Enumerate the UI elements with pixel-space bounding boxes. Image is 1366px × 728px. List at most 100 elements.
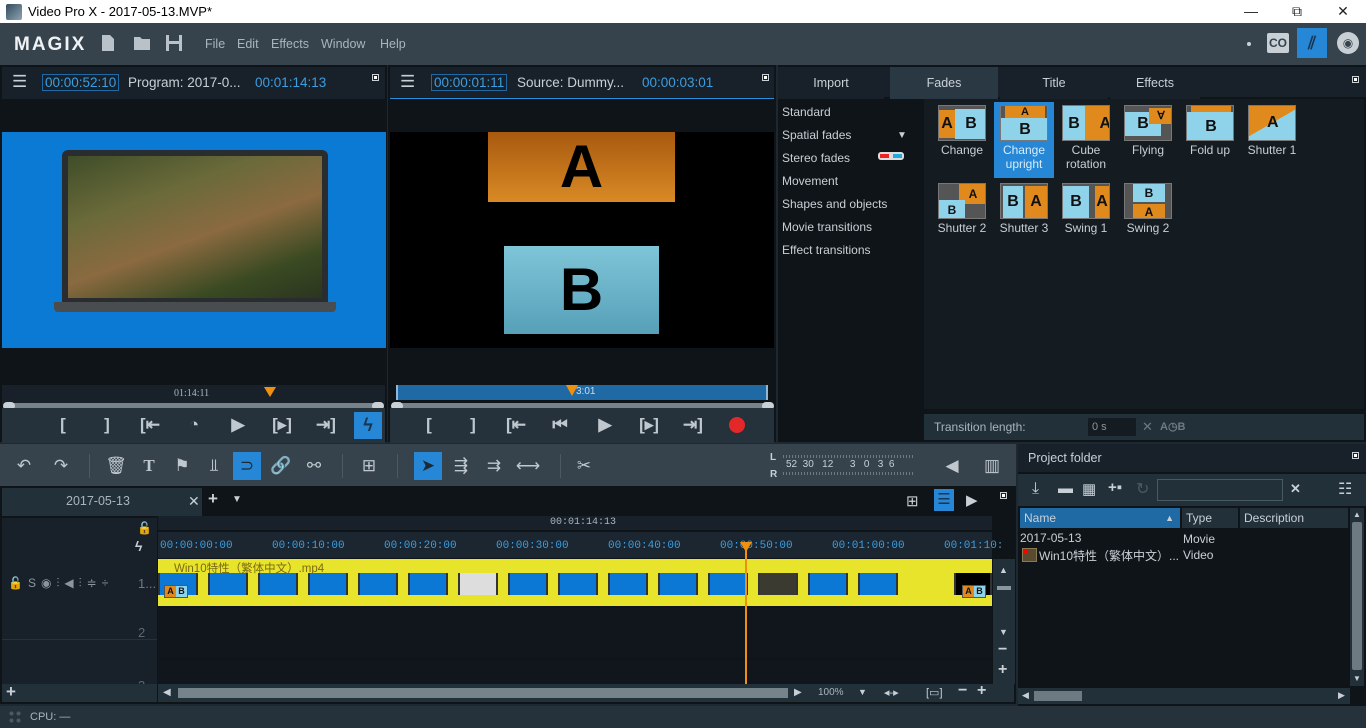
play-button[interactable]: ▶ <box>592 415 618 435</box>
fade-fold-up[interactable]: B Fold up <box>1180 102 1240 178</box>
lock-icon[interactable]: 🔓 <box>137 521 152 535</box>
category-movie-transitions[interactable]: Movie transitions <box>782 220 872 234</box>
column-name[interactable]: Name ▲ <box>1020 508 1180 528</box>
category-standard[interactable]: Standard <box>782 105 831 119</box>
zoom-level[interactable]: 100% <box>818 687 844 698</box>
scroll-down-icon[interactable]: ▼ <box>999 627 1008 637</box>
menu-window[interactable]: Window <box>321 37 365 51</box>
menu-effects[interactable]: Effects <box>271 37 309 51</box>
category-movement[interactable]: Movement <box>782 174 838 188</box>
save-icon[interactable]: ▦ <box>1082 480 1096 498</box>
project-vertical-scrollbar[interactable]: ▲ ▼ <box>1350 508 1364 686</box>
playhead-marker[interactable] <box>566 385 578 396</box>
fade-shutter-3[interactable]: BA Shutter 3 <box>994 180 1054 235</box>
category-effect-transitions[interactable]: Effect transitions <box>782 243 871 257</box>
ab-transition-button[interactable]: A◷B <box>1160 420 1186 433</box>
menu-edit[interactable]: Edit <box>237 37 259 51</box>
fit-screen-icon[interactable]: [▭] <box>926 686 943 699</box>
new-file-icon[interactable] <box>101 34 117 53</box>
go-to-in-button[interactable]: [⇤ <box>137 415 163 435</box>
close-button[interactable]: ✕ <box>1320 0 1366 23</box>
scroll-up-icon[interactable]: ▲ <box>999 565 1008 575</box>
mixer-icon[interactable]: ▥ <box>978 452 1006 480</box>
scroll-thumb[interactable] <box>997 586 1011 590</box>
mark-in-button[interactable]: [ <box>416 415 442 435</box>
restore-button[interactable]: ⧉ <box>1274 0 1320 23</box>
fit-width-icon[interactable]: ◂-▸ <box>884 686 899 699</box>
scroll-right-icon[interactable]: ▶ <box>794 687 802 698</box>
tab-fades[interactable]: Fades <box>890 67 998 99</box>
program-timecode[interactable]: 00:00:52:10 <box>42 74 120 91</box>
storyboard-view-icon[interactable]: ⊞ <box>906 492 919 510</box>
scroll-up-icon[interactable]: ▲ <box>1353 510 1361 519</box>
tab-effects[interactable]: Effects <box>1110 67 1200 99</box>
scroll-left-icon[interactable]: ◀ <box>163 687 171 698</box>
timeline-tab[interactable]: 2017-05-13 ✕ <box>2 488 202 516</box>
source-timecode[interactable]: 00:00:01:11 <box>431 74 508 91</box>
horizontal-scroll-thumb[interactable] <box>178 688 788 698</box>
title-icon[interactable]: T <box>135 452 163 480</box>
dock-icon[interactable] <box>372 74 379 81</box>
scroll-right-icon[interactable]: ▶ <box>1338 690 1345 701</box>
tab-title[interactable]: Title <box>1000 67 1108 99</box>
split-icon[interactable]: ⫫ <box>200 452 228 480</box>
add-tab-icon[interactable]: + <box>208 489 218 509</box>
dock-icon[interactable] <box>1352 452 1359 459</box>
new-folder-icon[interactable]: +▪ <box>1108 479 1122 496</box>
fade-in-icon[interactable]: AB <box>164 585 188 598</box>
view-options-icon[interactable]: ☷ <box>1338 479 1352 499</box>
fade-flying[interactable]: B ∀ Flying <box>1118 102 1178 178</box>
insert-mode-icon[interactable]: ⊞ <box>355 452 383 480</box>
dock-icon[interactable] <box>1000 492 1007 499</box>
play-in-out-button[interactable]: [▸] <box>269 415 295 435</box>
lightning-icon[interactable]: ϟ <box>354 412 382 439</box>
undo-icon[interactable]: ↶ <box>10 452 38 480</box>
multicam-view-icon[interactable]: ▶ <box>966 491 978 509</box>
playhead-marker[interactable] <box>264 387 276 397</box>
marker-flag-icon[interactable]: ⚑ <box>168 452 196 480</box>
open-folder-icon[interactable]: ▬ <box>1058 480 1073 497</box>
minimize-button[interactable]: — <box>1228 0 1274 23</box>
loop-button[interactable]: ◔ <box>181 415 207 435</box>
column-description[interactable]: Description <box>1240 508 1348 528</box>
close-tab-icon[interactable]: ✕ <box>188 493 200 510</box>
fade-change-upright[interactable]: AB Change upright <box>994 102 1054 178</box>
fade-shutter-2[interactable]: AB Shutter 2 <box>932 180 992 235</box>
tab-import[interactable]: Import <box>778 67 884 99</box>
list-item[interactable]: Win10特性（繁体中文）... Video <box>1020 546 1348 564</box>
dock-icon[interactable] <box>1352 76 1359 83</box>
record-button[interactable] <box>729 417 745 433</box>
workspace-edit-icon[interactable]: ⫽ <box>1297 28 1327 58</box>
clear-icon[interactable]: ✕ <box>1142 419 1153 435</box>
menu-file[interactable]: File <box>205 37 225 51</box>
track-2[interactable] <box>158 608 992 658</box>
fade-swing-2[interactable]: BA Swing 2 <box>1118 180 1178 235</box>
track-controls[interactable]: 🔓S◉⫶◀⫶≑÷ <box>8 576 113 591</box>
redo-icon[interactable]: ↷ <box>47 452 75 480</box>
track-zoom-in-icon[interactable]: + <box>998 661 1007 679</box>
lightning-icon[interactable]: ϟ <box>135 538 142 554</box>
chevron-down-icon[interactable]: ▼ <box>232 494 242 505</box>
playhead-marker[interactable] <box>740 542 752 552</box>
mark-out-button[interactable]: ] <box>460 415 486 435</box>
project-horizontal-scrollbar[interactable]: ◀ ▶ <box>1018 688 1350 704</box>
dock-icon[interactable] <box>762 74 769 81</box>
open-folder-icon[interactable] <box>133 34 150 53</box>
go-to-in-button[interactable]: [⇤ <box>503 415 529 435</box>
fade-shutter-1[interactable]: A Shutter 1 <box>1242 102 1302 178</box>
track-zoom-out-icon[interactable]: − <box>998 641 1007 659</box>
scroll-left-icon[interactable]: ◀ <box>1022 690 1029 701</box>
column-type[interactable]: Type <box>1182 508 1238 528</box>
link-icon[interactable]: 🔗 <box>267 452 295 480</box>
scroll-thumb[interactable] <box>1034 691 1082 701</box>
volume-icon[interactable]: ◀ <box>938 452 966 480</box>
mark-in-button[interactable]: [ <box>50 415 76 435</box>
track-3[interactable] <box>158 660 992 684</box>
save-icon[interactable] <box>165 34 182 53</box>
stretch-tool-icon[interactable]: ⟷ <box>514 452 542 480</box>
timeline-ruler[interactable]: 00:00:00:00 00:00:10:00 00:00:20:00 00:0… <box>158 532 1003 558</box>
fade-cube-rotation[interactable]: BA Cube rotation <box>1056 102 1116 178</box>
transition-length-input[interactable]: 0 s <box>1088 418 1136 436</box>
cloud-icon[interactable]: CO <box>1267 33 1289 53</box>
scissors-icon[interactable]: ✂ <box>570 452 598 480</box>
